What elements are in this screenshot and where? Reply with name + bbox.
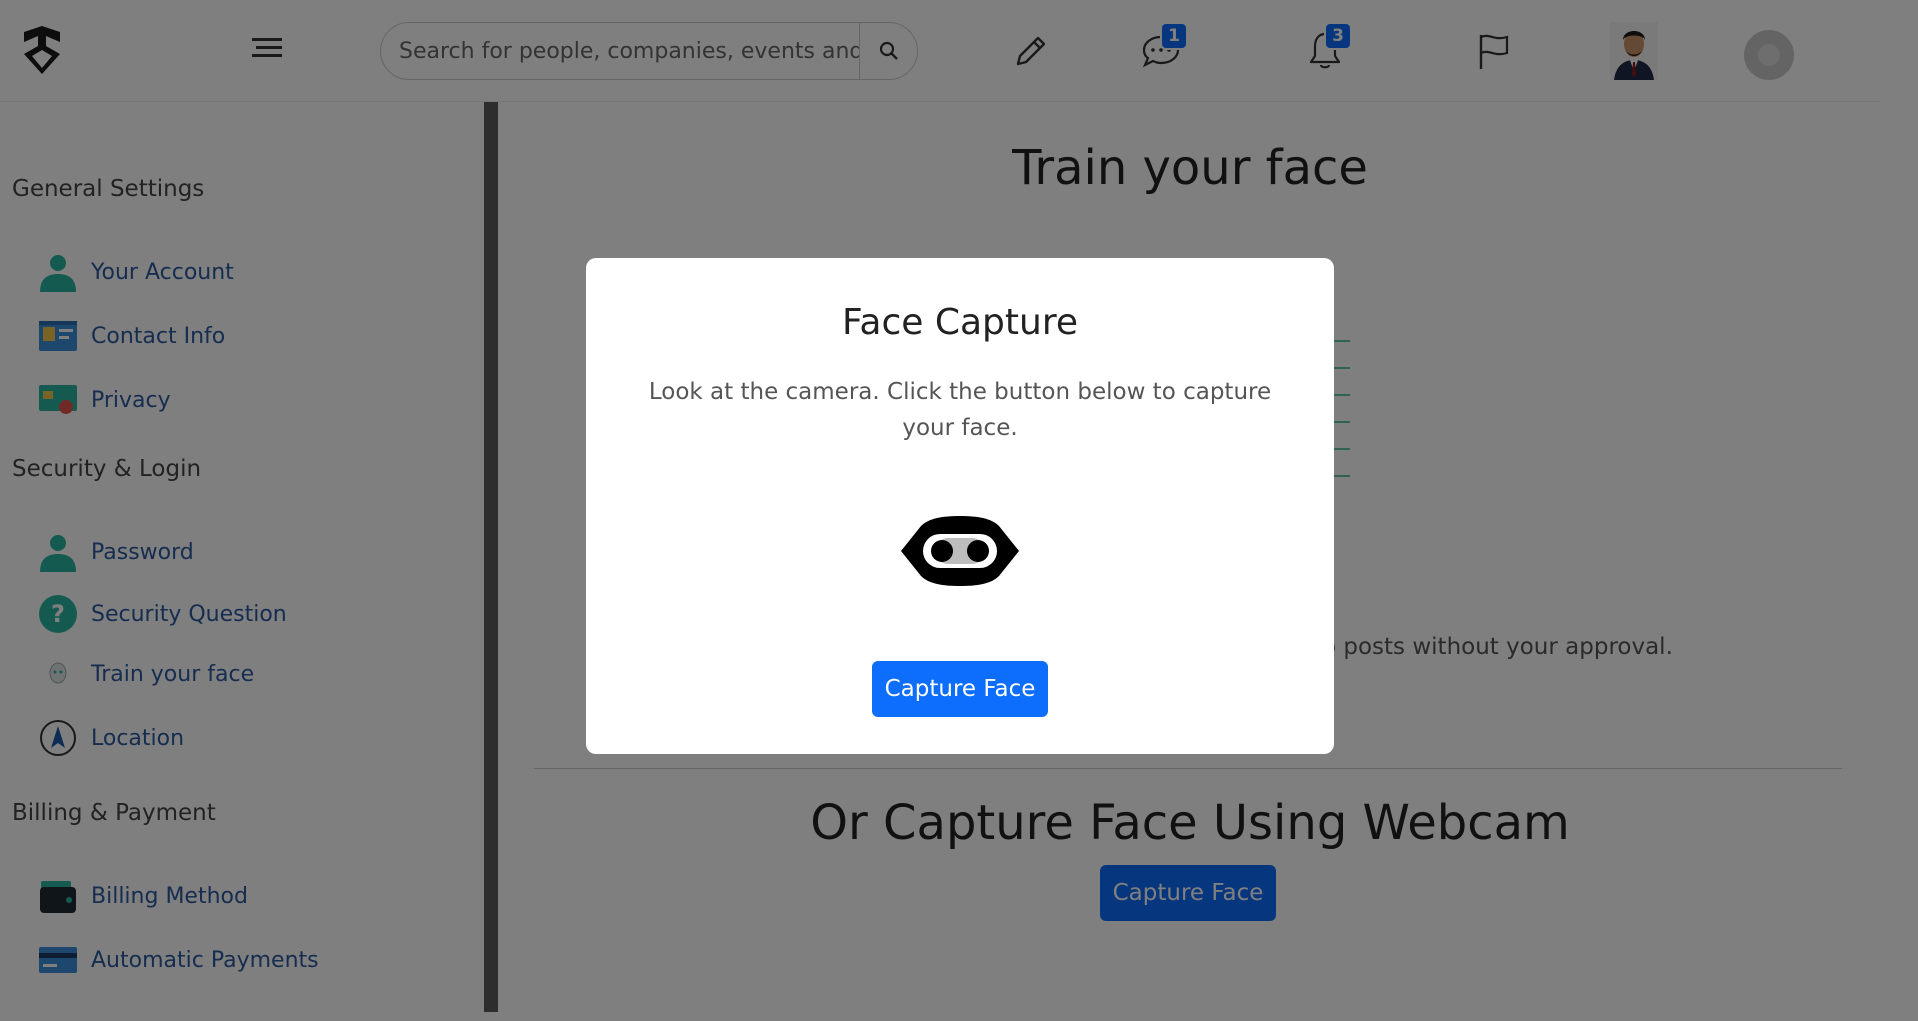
capture-face-button[interactable]: Capture Face <box>872 661 1048 717</box>
modal-instructions: Look at the camera. Click the button bel… <box>648 379 1272 441</box>
face-capture-modal: Face Capture Look at the camera. Click t… <box>586 258 1334 754</box>
modal-title: Face Capture <box>842 302 1078 343</box>
face-capture-icon <box>899 514 1021 588</box>
